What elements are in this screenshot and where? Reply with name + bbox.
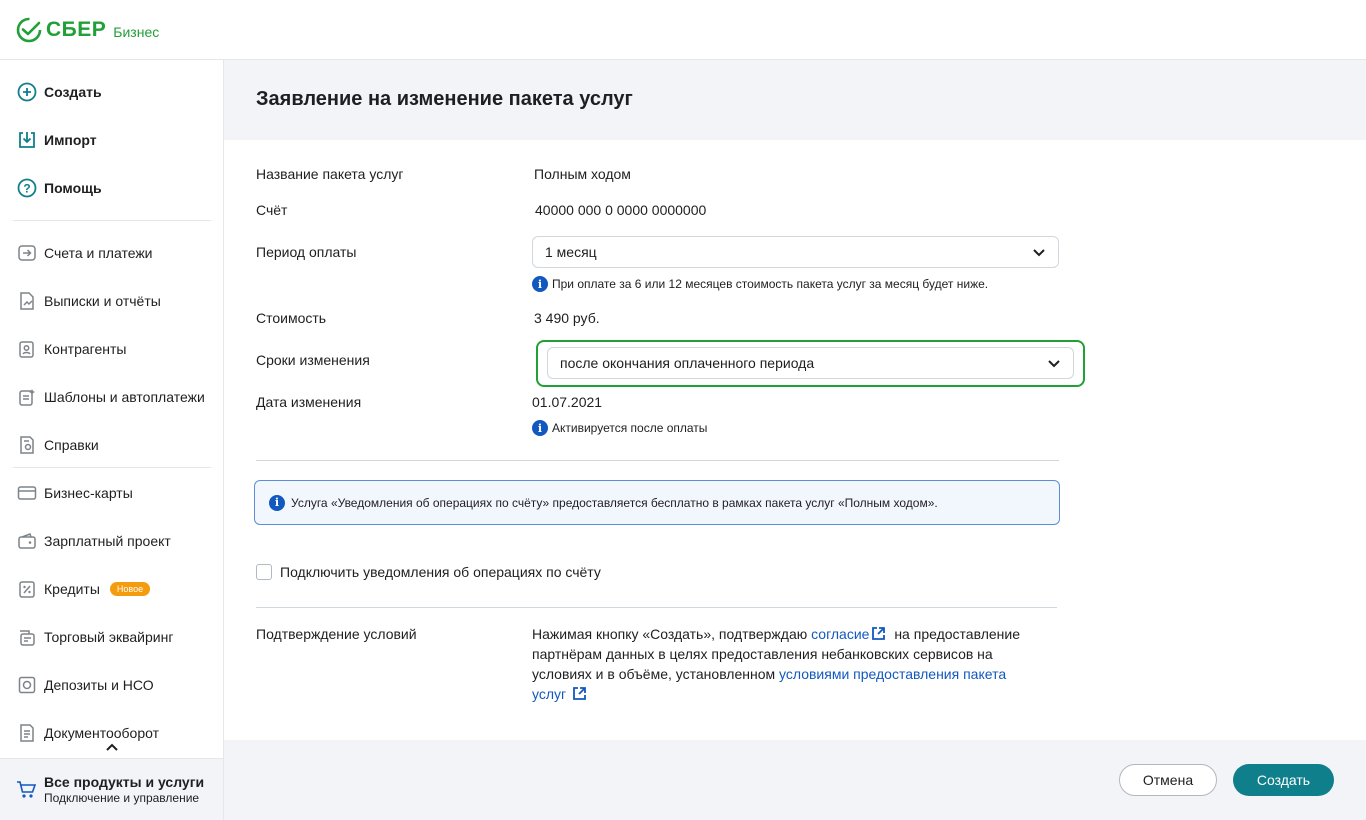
- section-divider: [256, 460, 1059, 461]
- change-terms-label: Сроки изменения: [256, 352, 370, 368]
- chevron-down-icon: [1048, 360, 1060, 368]
- new-badge: Новое: [109, 582, 151, 596]
- notifications-checkbox[interactable]: [256, 564, 272, 580]
- help-circle-icon: ?: [16, 177, 38, 199]
- sidebar-item-label: Шаблоны и автоплатежи: [44, 389, 205, 405]
- cancel-button[interactable]: Отмена: [1119, 764, 1217, 796]
- payment-period-hint-text: При оплате за 6 или 12 месяцев стоимость…: [552, 277, 989, 291]
- change-date-hint: i Активируется после оплаты: [532, 420, 707, 436]
- sidebar-item-templates[interactable]: Шаблоны и автоплатежи: [16, 385, 205, 409]
- sidebar-item-salary[interactable]: Зарплатный проект: [16, 529, 171, 553]
- sidebar-item-contractors[interactable]: Контрагенты: [16, 337, 126, 361]
- account-label: Счёт: [256, 202, 288, 218]
- sidebar-action-label: Помощь: [44, 180, 102, 196]
- sidebar-item-label: Зарплатный проект: [44, 533, 171, 549]
- svg-text:?: ?: [23, 182, 30, 196]
- change-terms-select[interactable]: после окончания оплаченного периода: [547, 347, 1074, 379]
- change-terms-value: после окончания оплаченного периода: [560, 355, 815, 371]
- sidebar-item-label: Контрагенты: [44, 341, 127, 357]
- certificate-icon: [16, 434, 38, 456]
- sidebar-item-accounts[interactable]: Счета и платежи: [16, 241, 153, 265]
- payment-period-select[interactable]: 1 месяц: [532, 236, 1059, 268]
- payment-period-value: 1 месяц: [545, 244, 597, 260]
- sidebar-action-label: Импорт: [44, 132, 97, 148]
- external-link-icon[interactable]: [871, 626, 886, 641]
- info-icon: i: [532, 276, 548, 292]
- contacts-icon: [16, 338, 38, 360]
- payment-period-label: Период оплаты: [256, 244, 357, 260]
- form-actions: Отмена Создать: [224, 740, 1366, 820]
- statement-icon: [16, 290, 38, 312]
- top-bar: СБЕР Бизнес: [0, 0, 1366, 60]
- sidebar-item-label: Бизнес-карты: [44, 485, 133, 501]
- sidebar-item-statements[interactable]: Выписки и отчёты: [16, 289, 161, 313]
- notifications-checkbox-label: Подключить уведомления об операциях по с…: [280, 564, 601, 580]
- chevron-down-icon: [1033, 249, 1045, 257]
- sidebar-item-label: Документооборот: [44, 725, 160, 741]
- sidebar-item-deposits[interactable]: Депозиты и НСО: [16, 673, 154, 697]
- terminal-icon: [16, 626, 38, 648]
- arrow-box-icon: [16, 242, 38, 264]
- document-icon: [16, 722, 38, 744]
- brand-name: СБЕР: [46, 18, 107, 41]
- card-icon: [16, 482, 38, 504]
- sidebar-action-help[interactable]: ? Помощь: [16, 176, 102, 200]
- chevron-up-icon[interactable]: [104, 740, 120, 756]
- package-name-label: Название пакета услуг: [256, 166, 404, 182]
- sidebar: Создать Импорт ? Помощь Счета и платежи …: [0, 60, 224, 820]
- sidebar-item-label: Торговый эквайринг: [44, 629, 174, 645]
- external-link-icon[interactable]: [572, 686, 587, 701]
- sidebar-item-business-cards[interactable]: Бизнес-карты: [16, 481, 133, 505]
- payment-period-hint: i При оплате за 6 или 12 месяцев стоимос…: [532, 276, 988, 292]
- sidebar-action-import[interactable]: Импорт: [16, 128, 97, 152]
- cart-icon: [17, 781, 36, 798]
- consent-link[interactable]: согласие: [811, 626, 869, 642]
- sidebar-item-label: Выписки и отчёты: [44, 293, 161, 309]
- application-form: Название пакета услуг Полным ходом Счёт …: [224, 140, 1366, 740]
- sidebar-divider: [13, 220, 211, 221]
- cost-value: 3 490 руб.: [534, 310, 600, 326]
- sber-business-logo[interactable]: СБЕР Бизнес: [16, 17, 159, 43]
- change-date-hint-text: Активируется после оплаты: [552, 421, 708, 435]
- sidebar-item-label: Кредиты: [44, 581, 100, 597]
- sidebar-divider: [13, 467, 211, 468]
- wallet-icon: [16, 530, 38, 552]
- all-products-subtitle: Подключение и управление: [44, 791, 200, 805]
- sidebar-item-acquiring[interactable]: Торговый эквайринг: [16, 625, 173, 649]
- import-icon: [16, 129, 38, 151]
- sidebar-item-certificates[interactable]: Справки: [16, 433, 99, 457]
- notifications-checkbox-row[interactable]: Подключить уведомления об операциях по с…: [256, 564, 601, 580]
- notification-notice: i Услуга «Уведомления об операциях по сч…: [254, 480, 1060, 525]
- page-title: Заявление на изменение пакета услуг: [256, 88, 633, 110]
- template-icon: [16, 386, 38, 408]
- percent-icon: [16, 578, 38, 600]
- brand-sub: Бизнес: [113, 24, 160, 40]
- safe-icon: [16, 674, 38, 696]
- sidebar-item-docflow[interactable]: Документооборот: [16, 721, 159, 745]
- consent-text-part: Нажимая кнопку «Создать», подтверждаю: [532, 626, 812, 642]
- change-date-label: Дата изменения: [256, 394, 362, 410]
- account-value: 40000 000 0 0000 0000000: [535, 202, 707, 218]
- notice-text: Услуга «Уведомления об операциях по счёт…: [291, 495, 938, 510]
- page-header: Заявление на изменение пакета услуг: [224, 60, 1366, 140]
- all-products-title: Все продукты и услуги: [44, 774, 205, 790]
- sidebar-item-credits[interactable]: Кредиты Новое: [16, 577, 151, 601]
- all-products-button[interactable]: Все продукты и услуги Подключение и упра…: [0, 758, 223, 820]
- sidebar-action-label: Создать: [44, 84, 102, 100]
- plus-circle-icon: [16, 81, 38, 103]
- confirm-terms-label: Подтверждение условий: [256, 626, 417, 642]
- change-date-value: 01.07.2021: [532, 394, 603, 410]
- info-icon: i: [532, 420, 548, 436]
- consent-text: Нажимая кнопку «Создать», подтверждаю со…: [532, 624, 1032, 704]
- sidebar-action-create[interactable]: Создать: [16, 80, 102, 104]
- sber-logo-icon: [16, 17, 42, 43]
- package-name-value: Полным ходом: [534, 166, 631, 182]
- sidebar-item-label: Счета и платежи: [44, 245, 153, 261]
- sidebar-item-label: Депозиты и НСО: [44, 677, 154, 693]
- sidebar-item-label: Справки: [44, 437, 99, 453]
- cost-label: Стоимость: [256, 310, 327, 326]
- section-divider: [256, 607, 1057, 608]
- create-button[interactable]: Создать: [1233, 764, 1334, 796]
- info-icon: i: [269, 494, 285, 511]
